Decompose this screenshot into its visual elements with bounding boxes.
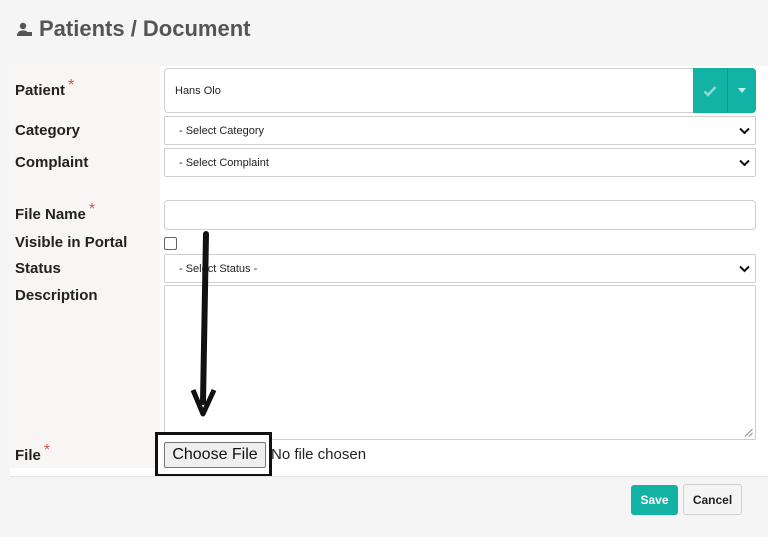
save-button[interactable]: Save — [631, 485, 678, 515]
patient-label: Patient * — [15, 77, 75, 99]
annotation-arrow-icon — [190, 231, 217, 417]
description-label: Description — [15, 287, 98, 304]
description-textarea[interactable] — [164, 285, 756, 440]
patient-value: Hans Olo — [175, 85, 221, 97]
complaint-selected: - Select Complaint — [179, 156, 269, 169]
complaint-label: Complaint — [15, 154, 89, 171]
patient-confirm-button[interactable] — [693, 68, 727, 113]
caret-down-icon — [738, 88, 746, 93]
check-icon — [703, 85, 717, 97]
status-select[interactable]: - Select Status - — [164, 254, 756, 283]
file-status-text: No file chosen — [271, 446, 367, 463]
complaint-select[interactable]: - Select Complaint — [164, 148, 756, 177]
page-title: Patients / Document — [15, 16, 250, 42]
visible-in-portal-checkbox[interactable] — [164, 237, 177, 250]
required-mark: * — [68, 77, 75, 94]
patient-icon — [17, 22, 32, 36]
required-mark: * — [43, 442, 51, 459]
visible-in-portal-label: Visible in Portal — [15, 234, 128, 251]
footer-divider — [10, 476, 768, 477]
category-select[interactable]: - Select Category — [164, 116, 756, 145]
required-mark: * — [88, 201, 96, 218]
chevron-down-icon — [739, 127, 750, 135]
category-selected: - Select Category — [179, 124, 264, 137]
chevron-down-icon — [739, 265, 750, 273]
status-label: Status — [15, 260, 61, 277]
file-name-label: File Name * — [15, 201, 96, 223]
patient-select[interactable]: Hans Olo — [164, 68, 756, 113]
choose-file-button[interactable]: Choose File — [164, 442, 266, 468]
page-title-text: Patients / Document — [39, 16, 251, 41]
file-label: File * — [15, 442, 51, 464]
file-name-input[interactable] — [164, 200, 756, 230]
resize-handle-icon[interactable] — [744, 428, 753, 437]
chevron-down-icon — [739, 159, 750, 167]
cancel-button[interactable]: Cancel — [683, 484, 742, 515]
category-label: Category — [15, 122, 81, 139]
patient-dropdown-button[interactable] — [727, 68, 756, 113]
